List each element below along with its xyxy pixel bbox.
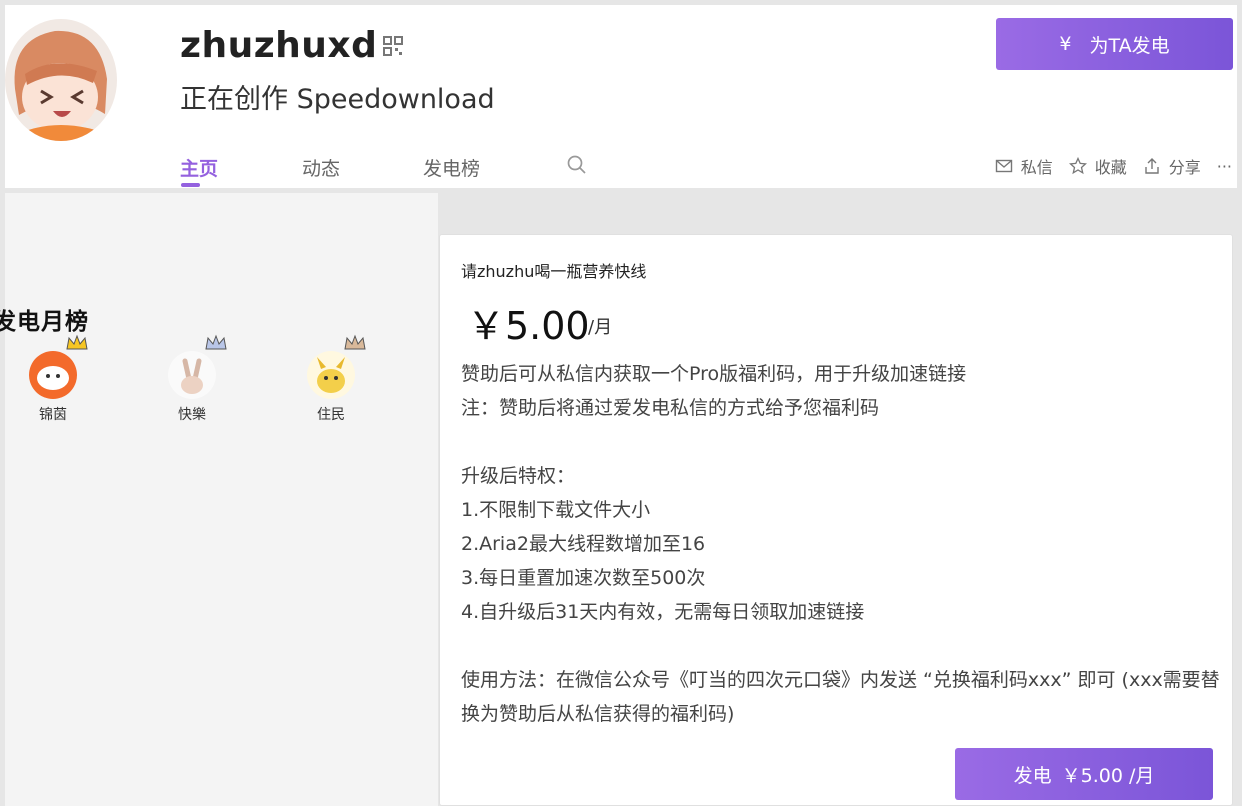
tab-posts[interactable]: 动态 [302,154,340,181]
yuan-icon: ¥ [1059,33,1072,55]
more-icon: ··· [1216,156,1232,176]
share-label: 分享 [1168,158,1201,177]
more-button[interactable]: ··· [1217,157,1232,176]
description-line: 3.每日重置加速次数至500次 [461,567,706,589]
supporter-avatar [307,334,366,399]
profile-header: zhuzhuxd 正在创作 Speedownload ¥ 为TA发电 主页 动态… [5,5,1237,188]
share-icon [1145,158,1159,174]
ranking-panel: 发电月榜 锦茵 快樂 住民 [0,193,438,806]
support-creator-button[interactable]: ¥ 为TA发电 [996,18,1233,70]
creator-avatar[interactable] [5,19,117,141]
search-icon[interactable] [567,155,587,175]
sponsor-plan-card: 请zhuzhu喝一瓶营养快线 ￥5.00 /月 赞助后可从私信内获取一个Pro版… [439,234,1233,806]
supporter-rank-3[interactable]: 住民 [291,334,371,424]
support-button-label: 为TA发电 [1089,34,1170,57]
message-button[interactable]: 私信 [995,154,1053,178]
tab-ranking[interactable]: 发电榜 [423,154,480,181]
supporter-rank-2[interactable]: 快樂 [152,334,232,424]
favorite-button[interactable]: 收藏 [1068,154,1127,178]
creator-subtitle: 正在创作 Speedownload [180,84,495,115]
sponsor-plan-button-price: ￥5.00 /月 [1061,764,1155,787]
sponsor-plan-button-label: 发电 [1013,764,1052,787]
favorite-label: 收藏 [1094,158,1127,177]
bronze-crown-icon [344,334,366,350]
description-line: 4.自升级后31天内有效，无需每日领取加速链接 [461,601,865,623]
plan-price: ￥5.00 [467,304,590,348]
message-label: 私信 [1020,158,1053,177]
share-button[interactable]: 分享 [1143,154,1201,178]
tab-home[interactable]: 主页 [180,154,218,181]
description-line [461,629,1221,663]
supporter-avatar [29,334,88,399]
plan-description: 赞助后可从私信内获取一个Pro版福利码，用于升级加速链接 注：赞助后将通过爱发电… [461,357,1221,731]
description-line: 1.不限制下载文件大小 [461,499,651,521]
supporter-name: 住民 [317,407,345,423]
creator-name: zhuzhuxd [180,25,378,66]
mail-icon [995,159,1012,173]
description-line: 赞助后可从私信内获取一个Pro版福利码，用于升级加速链接 [461,363,967,385]
supporter-rank-1[interactable]: 锦茵 [13,334,93,424]
star-icon [1068,157,1087,175]
description-line: 使用方法：在微信公众号《叮当的四次元口袋》内发送 “兑换福利码xxx” 即可 (… [461,669,1220,725]
description-line: 2.Aria2最大线程数增加至16 [461,533,706,555]
sponsor-plan-button[interactable]: 发电 ￥5.00 /月 [955,748,1213,800]
plan-title: 请zhuzhu喝一瓶营养快线 [461,262,647,281]
plan-price-unit: /月 [588,317,613,338]
active-tab-indicator [181,183,200,187]
supporter-name: 锦茵 [39,407,67,423]
description-line [461,425,1221,459]
description-line: 升级后特权： [461,465,576,487]
monthly-ranking-title: 发电月榜 [0,309,89,335]
silver-crown-icon [205,334,227,350]
profile-actions: 私信 收藏 分享 ··· [985,154,1232,178]
supporter-name: 快樂 [178,407,206,423]
qr-code-icon[interactable] [383,36,403,56]
description-line: 注：赞助后将通过爱发电私信的方式给予您福利码 [461,397,880,419]
gold-crown-icon [66,334,88,350]
supporter-avatar [168,334,227,399]
